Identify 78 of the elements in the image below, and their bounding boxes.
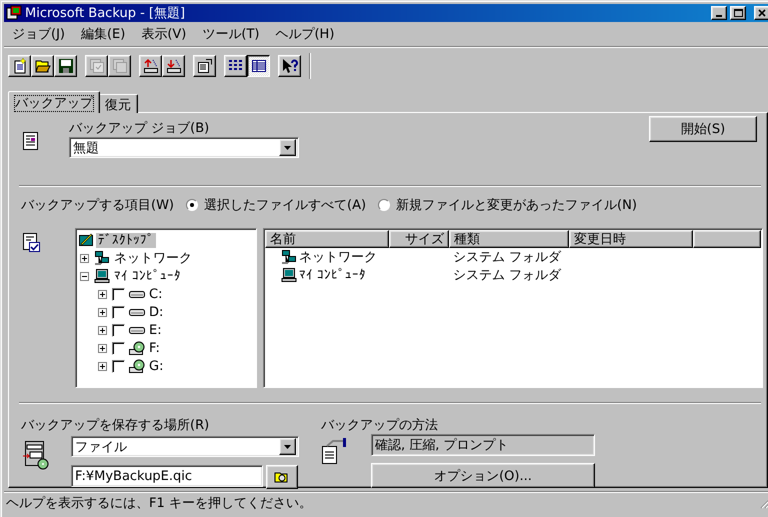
menu-item[interactable]: ツール(T)	[196, 23, 266, 45]
backup-device-icon	[21, 440, 49, 470]
copy-icon	[112, 58, 128, 74]
drive-up-arrow-icon	[142, 58, 158, 74]
file-name[interactable]: ﾏｲ ｺﾝﾋﾟｭｰﾀ	[299, 268, 366, 282]
network-computers-icon	[281, 249, 297, 265]
expand-toggle[interactable]	[98, 362, 107, 370]
cd-drive-icon	[129, 358, 145, 374]
expand-toggle[interactable]	[98, 290, 107, 298]
column-header[interactable]: 変更日時	[569, 230, 693, 248]
column-header[interactable]: 種類	[449, 230, 569, 248]
options-document-icon	[321, 438, 347, 464]
maximize-button[interactable]	[730, 6, 746, 20]
tree-item[interactable]: C:	[147, 286, 164, 302]
document-icon	[21, 131, 41, 151]
close-icon	[758, 9, 766, 17]
minimize-button[interactable]	[711, 6, 727, 20]
dropdown-arrow-icon	[284, 146, 291, 150]
tree-item[interactable]: F:	[147, 340, 162, 356]
tree-item[interactable]: ネットワーク	[112, 249, 194, 267]
tree-item[interactable]: ﾏｲ ｺﾝﾋﾟｭｰﾀ	[112, 268, 184, 284]
column-header[interactable]: サイズ	[389, 230, 449, 248]
tree-item[interactable]: G:	[147, 358, 166, 374]
path-input[interactable]: F:¥MyBackupE.qic	[71, 465, 263, 487]
toolbar-button[interactable]	[247, 55, 270, 77]
method-summary: 確認, 圧縮, プロンプト	[371, 434, 595, 456]
expand-toggle[interactable]	[98, 326, 107, 334]
expand-toggle[interactable]	[80, 254, 89, 262]
job-dropdown[interactable]: 無題	[69, 137, 299, 158]
menu-item[interactable]: 表示(V)	[135, 23, 192, 45]
menu-item[interactable]: 編集(E)	[74, 23, 132, 45]
menu-item[interactable]: ヘルプ(H)	[269, 23, 340, 45]
file-type: システム フォルダ	[453, 249, 562, 266]
destination-dropdown[interactable]: ファイル	[71, 436, 299, 457]
window-title: Microsoft Backup - [無題]	[25, 5, 186, 22]
tree-item[interactable]: ﾃﾞｽｸﾄｯﾌﾟ	[96, 232, 156, 248]
options-button[interactable]: オプション(O)...	[371, 463, 595, 488]
desktop-icon	[78, 232, 94, 248]
field-label: バックアップの方法	[321, 417, 439, 434]
cd-drive-icon	[129, 340, 145, 356]
field-label: バックアップを保存する場所(R)	[21, 417, 210, 434]
expand-toggle[interactable]	[80, 272, 89, 280]
status-text: ヘルプを表示するには、F1 キーを押してください。	[6, 495, 313, 512]
network-computers-icon	[94, 250, 110, 266]
radio-label[interactable]: 新規ファイルと変更があったファイル(N)	[396, 196, 637, 214]
checked-document-icon	[21, 232, 41, 252]
help-pointer-icon	[282, 58, 298, 74]
details-view-icon	[250, 58, 266, 74]
expand-toggle[interactable]	[98, 344, 107, 352]
expand-toggle[interactable]	[98, 308, 107, 316]
dropdown-arrow-icon	[284, 444, 291, 448]
file-name[interactable]: ネットワーク	[299, 248, 377, 266]
tab[interactable]: バックアップ	[8, 91, 100, 113]
properties-icon	[196, 58, 212, 74]
field-label: バックアップする項目(W)	[21, 197, 174, 214]
dropdown-button[interactable]	[279, 139, 296, 156]
computer-icon	[281, 267, 297, 283]
column-header[interactable]: 名前	[265, 230, 389, 248]
computer-icon	[94, 268, 110, 284]
checkbox-icon	[88, 58, 104, 74]
radio-button[interactable]	[378, 199, 390, 211]
radio-label[interactable]: 選択したファイルすべて(A)	[204, 196, 366, 214]
drive-down-arrow-icon	[166, 58, 182, 74]
tree-item[interactable]: E:	[147, 322, 164, 338]
menu-item[interactable]: ジョブ(J)	[6, 23, 71, 45]
radio-button[interactable]	[186, 199, 198, 211]
start-button[interactable]: 開始(S)	[649, 116, 757, 142]
file-type: システム フォルダ	[453, 267, 562, 284]
tree-item[interactable]: D:	[147, 304, 166, 320]
new-document-icon	[12, 58, 28, 74]
dropdown-button[interactable]	[279, 438, 296, 455]
maximize-icon	[734, 9, 742, 17]
browse-button[interactable]	[266, 465, 298, 489]
tab[interactable]: 復元	[98, 94, 138, 113]
field-label: バックアップ ジョブ(B)	[69, 120, 210, 137]
close-button[interactable]	[754, 6, 768, 20]
open-folder-icon	[34, 58, 50, 74]
app-icon	[6, 5, 22, 21]
